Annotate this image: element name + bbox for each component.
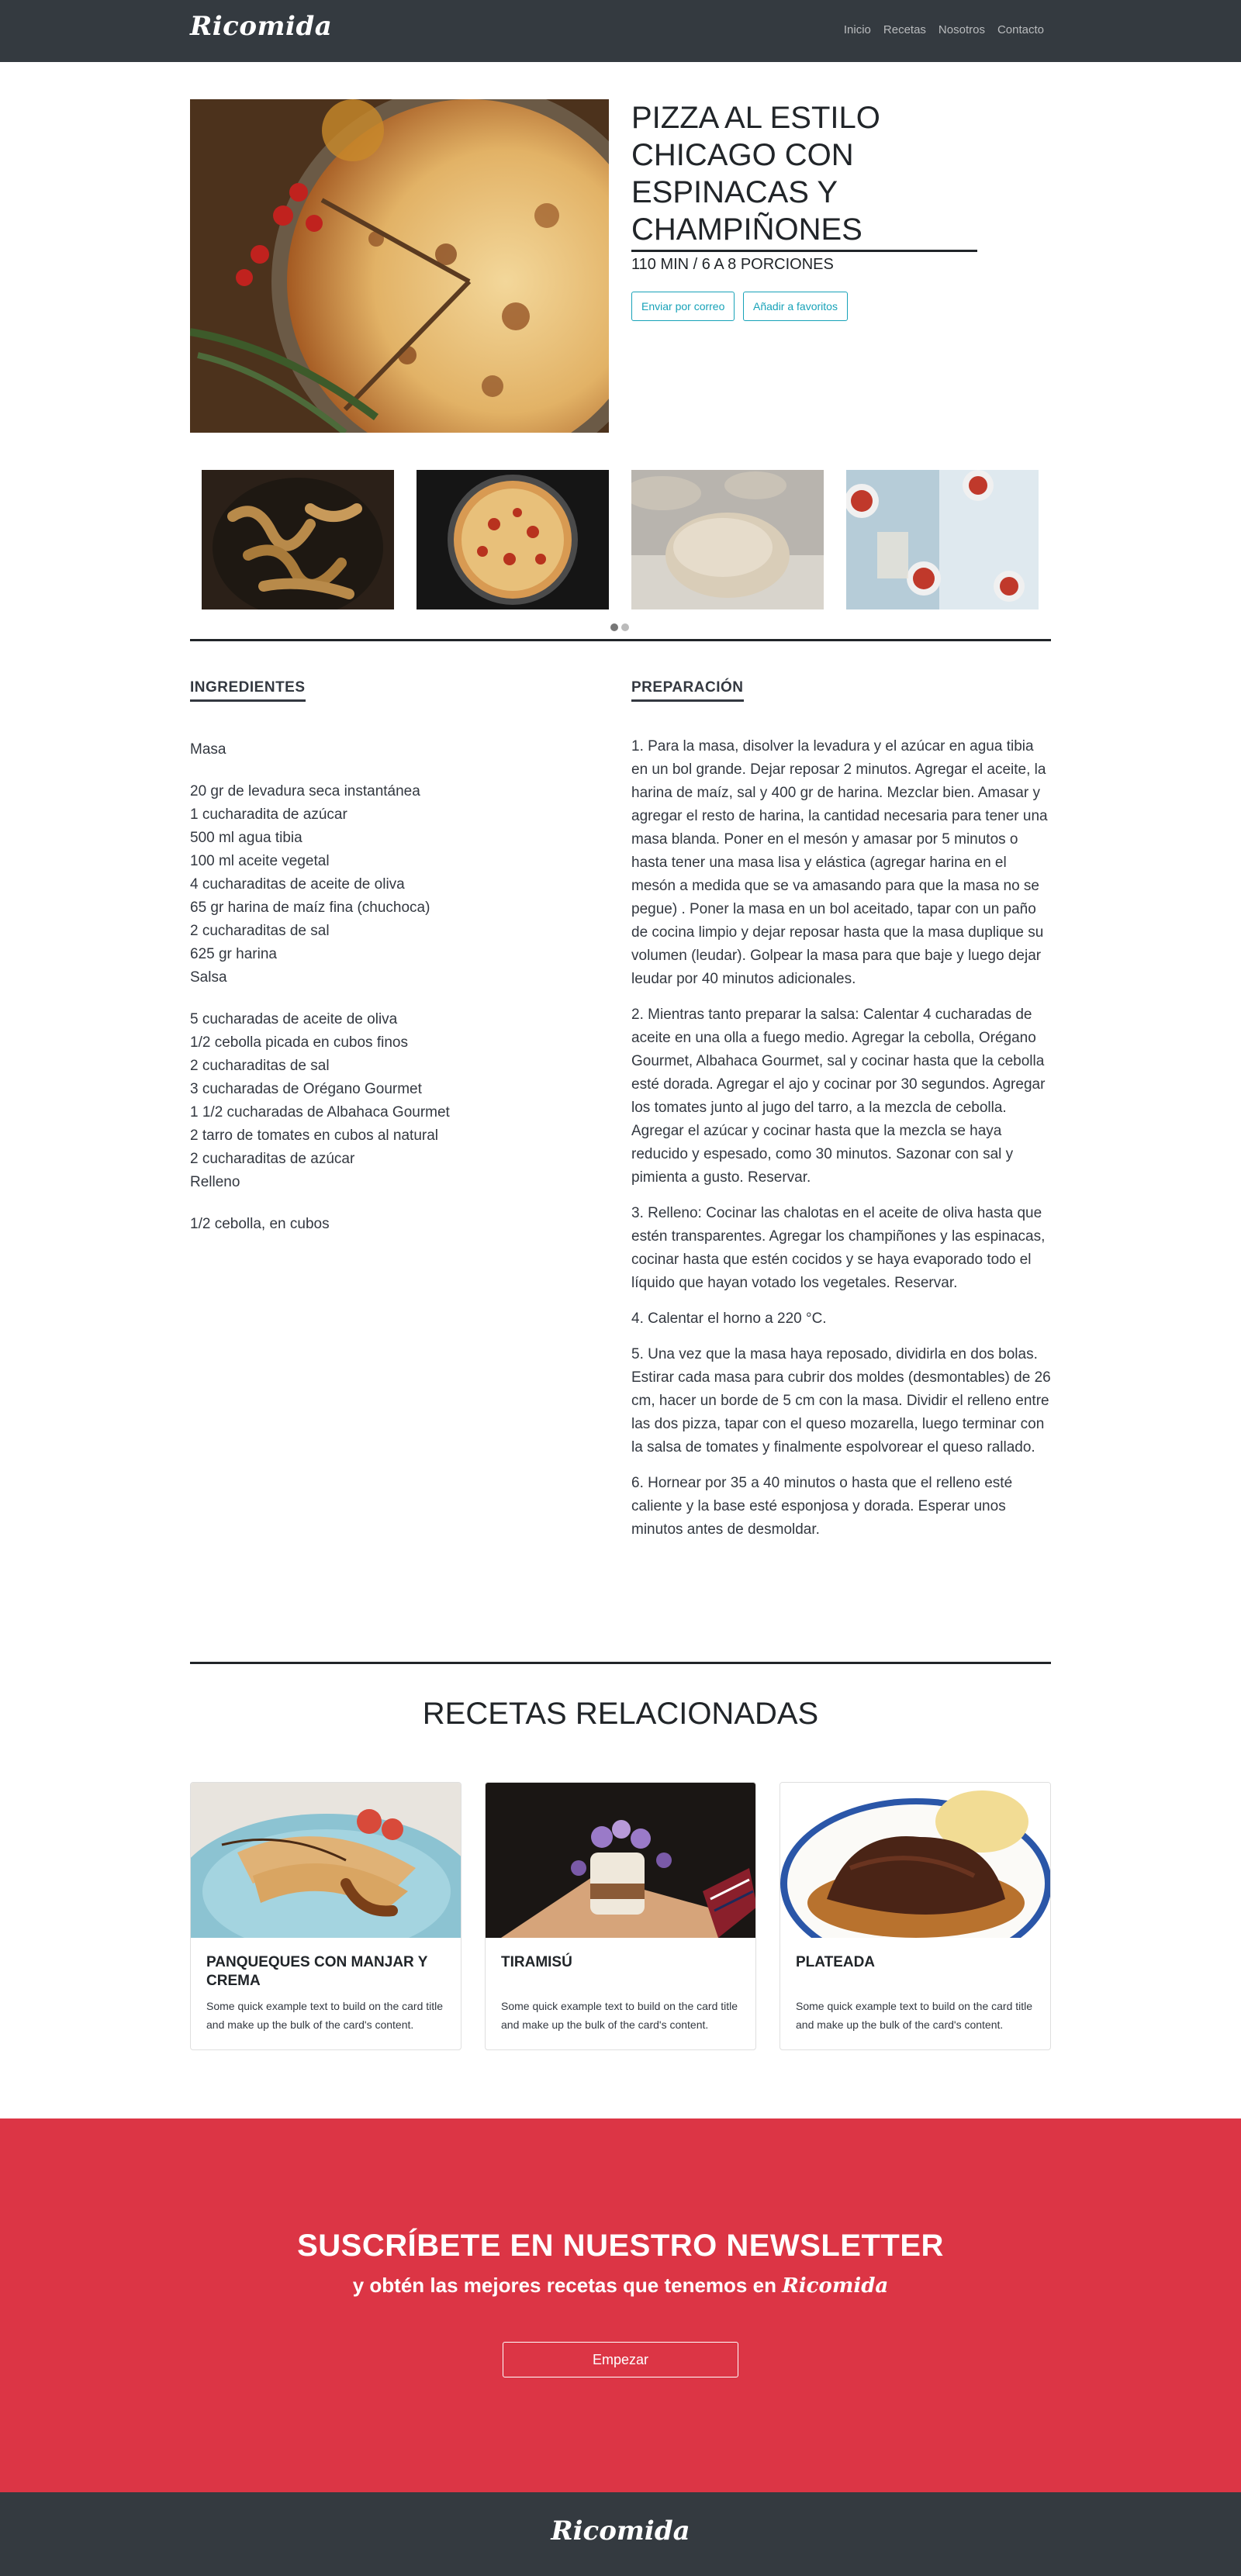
preparation-step: 1. Para la masa, disolver la levadura y …: [631, 738, 1048, 987]
divider: [190, 639, 1051, 641]
gallery-thumbnail[interactable]: [202, 470, 394, 609]
ingredients-list: Masa 20 gr de levadura seca instantánea …: [190, 738, 593, 1255]
gallery-thumbnail[interactable]: [417, 470, 609, 609]
recipe-card-body: PLATEADA Some quick example text to buil…: [780, 1938, 1050, 2049]
newsletter-subtitle: y obtén las mejores recetas que tenemos …: [0, 2274, 1241, 2298]
nav-link-contacto[interactable]: Contacto: [997, 23, 1044, 36]
add-favorite-button[interactable]: Añadir a favoritos: [743, 292, 848, 321]
newsletter-title: SUSCRÍBETE EN NUESTRO NEWSLETTER: [297, 2229, 944, 2263]
nav-links: Inicio Recetas Nosotros Contacto: [844, 23, 1044, 36]
email-recipe-button[interactable]: Enviar por correo: [631, 292, 735, 321]
ingredient-item: 625 gr harina: [190, 946, 277, 962]
gallery-thumbnail[interactable]: [631, 470, 824, 609]
preparation-steps: 1. Para la masa, disolver la levadura y …: [631, 735, 1053, 1554]
newsletter-start-button[interactable]: Empezar: [503, 2342, 738, 2377]
ingredient-item: 2 tarro de tomates en cubos al natural: [190, 1127, 439, 1144]
recipe-card[interactable]: TIRAMISÚ Some quick example text to buil…: [485, 1782, 756, 2050]
recipe-title: PIZZA AL ESTILO CHICAGO CON ESPINACAS Y …: [631, 99, 977, 252]
carousel-dot[interactable]: [610, 623, 618, 631]
recipe-card[interactable]: PLATEADA Some quick example text to buil…: [780, 1782, 1051, 2050]
ingredient-item: 5 cucharadas de aceite de oliva: [190, 1011, 398, 1027]
recipe-card-image[interactable]: [486, 1783, 755, 1938]
recipe-card-image[interactable]: [191, 1783, 461, 1938]
ingredient-item: 4 cucharaditas de aceite de oliva: [190, 876, 405, 893]
related-recipes-title: RECETAS RELACIONADAS: [422, 1697, 819, 1731]
newsletter-section: SUSCRÍBETE EN NUESTRO NEWSLETTER y obtén…: [0, 2118, 1241, 2492]
nav-link-nosotros[interactable]: Nosotros: [939, 23, 985, 36]
preparation-step: 3. Relleno: Cocinar las chalotas en el a…: [631, 1205, 1046, 1291]
ingredient-item: 20 gr de levadura seca instantánea: [190, 783, 420, 799]
ingredient-item: 3 cucharadas de Orégano Gourmet: [190, 1081, 422, 1097]
newsletter-subtitle-text: y obtén las mejores recetas que tenemos …: [352, 2274, 776, 2297]
ingredients-heading: INGREDIENTES: [190, 679, 306, 702]
carousel-dot[interactable]: [621, 623, 629, 631]
ingredient-group: Masa: [190, 738, 593, 761]
preparation-step: 5. Una vez que la masa haya reposado, di…: [631, 1346, 1051, 1455]
footer-brand-logo[interactable]: Ricomida: [0, 2516, 1241, 2547]
recipe-card-title[interactable]: PANQUEQUES CON MANJAR Y CREMA: [206, 1953, 445, 1991]
recipe-meta: 110 MIN / 6 A 8 PORCIONES: [631, 256, 834, 273]
ingredient-item: 2 cucharaditas de azúcar: [190, 1151, 355, 1167]
ingredient-group: 20 gr de levadura seca instantánea 1 cuc…: [190, 780, 593, 989]
ingredient-item: 1 cucharadita de azúcar: [190, 806, 347, 823]
recipe-hero-image: [190, 99, 609, 433]
ingredient-item: 100 ml aceite vegetal: [190, 853, 330, 869]
ingredient-group: 5 cucharadas de aceite de oliva 1/2 cebo…: [190, 1008, 593, 1194]
recipe-card-text: Some quick example text to build on the …: [501, 2000, 738, 2031]
recipe-card-image[interactable]: [780, 1783, 1050, 1938]
brand-logo[interactable]: Ricomida: [190, 11, 332, 42]
ingredient-item: Relleno: [190, 1174, 240, 1190]
recipe-card-title[interactable]: PLATEADA: [796, 1953, 1035, 1972]
ingredient-item: 65 gr harina de maíz fina (chuchoca): [190, 900, 430, 916]
ingredient-group: 1/2 cebolla, en cubos: [190, 1213, 593, 1236]
recipe-card-body: PANQUEQUES CON MANJAR Y CREMA Some quick…: [191, 1938, 461, 2049]
divider: [190, 1662, 1051, 1664]
recipe-card-text: Some quick example text to build on the …: [206, 2000, 444, 2031]
navbar: Ricomida Inicio Recetas Nosotros Contact…: [0, 0, 1241, 62]
ingredient-item: 1/2 cebolla picada en cubos finos: [190, 1034, 408, 1051]
ingredient-item: 1/2 cebolla, en cubos: [190, 1216, 330, 1232]
preparation-step: 6. Hornear por 35 a 40 minutos o hasta q…: [631, 1475, 1013, 1538]
ingredient-item: 1 1/2 cucharadas de Albahaca Gourmet: [190, 1104, 450, 1121]
footer: Ricomida: [0, 2492, 1241, 2576]
preparation-step: 2. Mientras tanto preparar la salsa: Cal…: [631, 1007, 1046, 1186]
nav-link-inicio[interactable]: Inicio: [844, 23, 871, 36]
recipe-card-text: Some quick example text to build on the …: [796, 2000, 1033, 2031]
recipe-card[interactable]: PANQUEQUES CON MANJAR Y CREMA Some quick…: [190, 1782, 461, 2050]
ingredient-item: Salsa: [190, 969, 227, 986]
recipe-card-title[interactable]: TIRAMISÚ: [501, 1953, 740, 1972]
ingredient-item: 2 cucharaditas de sal: [190, 1058, 330, 1074]
ingredient-item: 500 ml agua tibia: [190, 830, 302, 846]
ingredient-item: Masa: [190, 741, 226, 758]
recipe-card-body: TIRAMISÚ Some quick example text to buil…: [486, 1938, 755, 2049]
newsletter-brand: Ricomida: [782, 2274, 889, 2298]
carousel-indicators: [610, 623, 629, 631]
preparation-heading: PREPARACIÓN: [631, 679, 744, 702]
gallery-thumbnail[interactable]: [846, 470, 1039, 609]
ingredient-item: 2 cucharaditas de sal: [190, 923, 330, 939]
nav-link-recetas[interactable]: Recetas: [883, 23, 926, 36]
preparation-step: 4. Calentar el horno a 220 °C.: [631, 1310, 827, 1327]
